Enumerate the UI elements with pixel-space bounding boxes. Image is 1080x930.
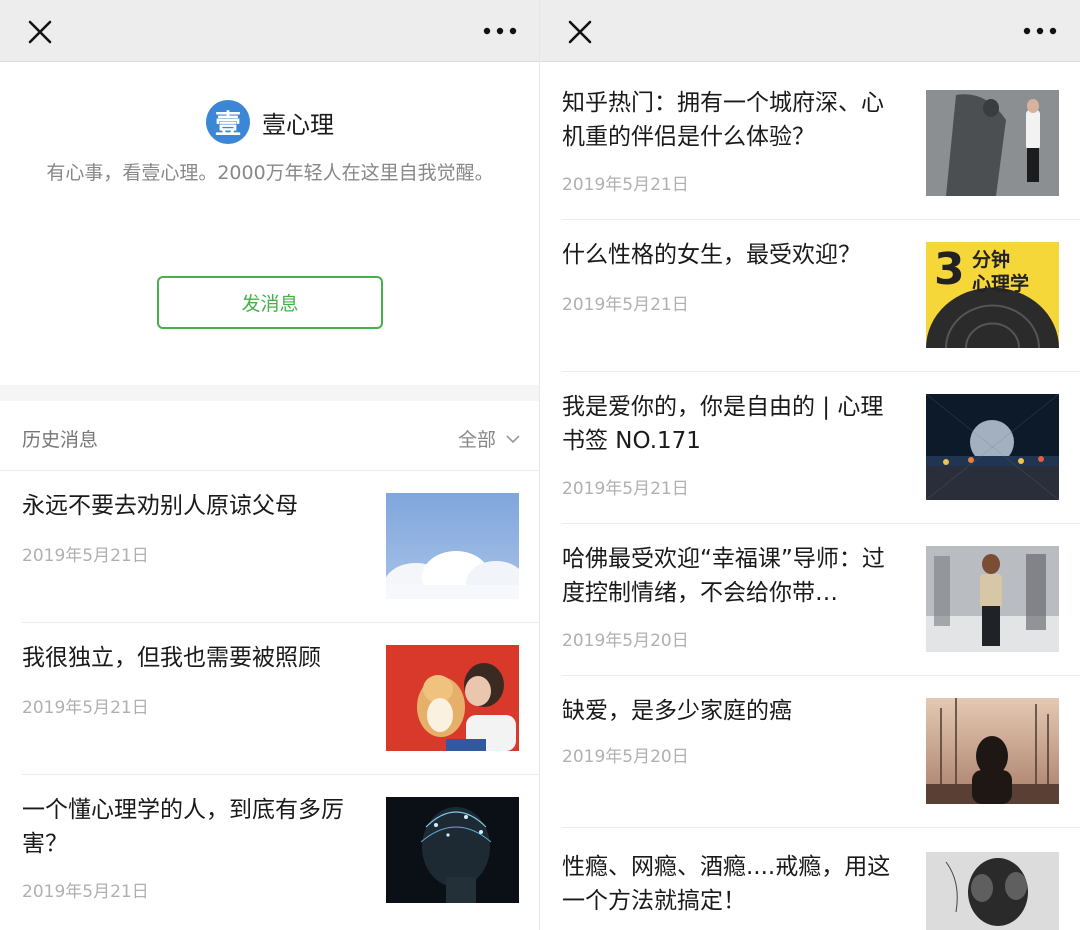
article-list-pane: 知乎热门：拥有一个城府深、心机重的伴侣是什么体验？ 2019年5月21日 什么性… xyxy=(540,0,1080,930)
article-title: 什么性格的女生，最受欢迎？ xyxy=(562,242,861,268)
head-hands-image xyxy=(926,852,1059,930)
history-filter[interactable]: 全部 xyxy=(458,425,520,452)
profile-header: 壹 壹心理 有心事，看壹心理。2000万年轻人在这里自我觉醒。 发消息 xyxy=(0,63,539,385)
article-title: 一个懂心理学的人，到底有多厉害？ xyxy=(22,797,344,857)
article-title: 我很独立，但我也需要被照顾 xyxy=(22,645,321,671)
thumb-caption: 分钟 心理学 xyxy=(972,249,1030,295)
account-description: 有心事，看壹心理。2000万年轻人在这里自我觉醒。 xyxy=(46,162,494,184)
article-title: 永远不要去劝别人原谅父母 xyxy=(22,493,298,519)
split-screenshot: 壹 壹心理 有心事，看壹心理。2000万年轻人在这里自我觉醒。 发消息 历史消息… xyxy=(0,0,1080,930)
article-row[interactable]: 永远不要去劝别人原谅父母 2019年5月21日 xyxy=(0,471,539,623)
city-night-image xyxy=(926,394,1059,500)
article-title: 我是爱你的，你是自由的 | 心理书签 NO.171 xyxy=(562,394,884,454)
send-message-button[interactable]: 发消息 xyxy=(157,276,383,329)
more-icon[interactable] xyxy=(1022,24,1058,38)
article-date: 2019年5月21日 xyxy=(562,175,689,195)
article-title: 哈佛最受欢迎“幸福课”导师：过度控制情绪，不会给你带… xyxy=(562,546,885,606)
account-profile-pane: 壹 壹心理 有心事，看壹心理。2000万年轻人在这里自我觉醒。 发消息 历史消息… xyxy=(0,0,540,930)
article-row[interactable]: 哈佛最受欢迎“幸福课”导师：过度控制情绪，不会给你带… 2019年5月20日 xyxy=(540,524,1080,676)
close-icon[interactable] xyxy=(562,14,598,50)
close-icon[interactable] xyxy=(22,14,58,50)
article-row[interactable]: 什么性格的女生，最受欢迎？ 2019年5月21日 3 分钟 心理学 xyxy=(540,220,1080,372)
article-row[interactable]: 我很独立，但我也需要被照顾 2019年5月21日 xyxy=(0,623,539,775)
section-divider xyxy=(0,385,539,401)
article-row[interactable]: 我是爱你的，你是自由的 | 心理书签 NO.171 2019年5月21日 xyxy=(540,372,1080,524)
history-header: 历史消息 全部 xyxy=(0,401,539,471)
article-date: 2019年5月21日 xyxy=(562,479,689,499)
filter-label: 全部 xyxy=(457,429,496,451)
article-row[interactable]: 缺爱，是多少家庭的癌 2019年5月20日 xyxy=(540,676,1080,828)
history-label: 历史消息 xyxy=(22,429,99,451)
top-bar xyxy=(0,0,539,62)
top-bar xyxy=(540,0,1080,62)
article-row[interactable]: 性瘾、网瘾、酒瘾....戒瘾，用这一个方法就搞定！ xyxy=(540,828,1080,930)
article-date: 2019年5月21日 xyxy=(22,698,149,718)
thumb-number: 3 xyxy=(934,244,965,295)
avatar: 壹 xyxy=(206,100,250,144)
article-date: 2019年5月20日 xyxy=(562,631,689,651)
article-title: 知乎热门：拥有一个城府深、心机重的伴侣是什么体验？ xyxy=(562,90,884,150)
article-title: 缺爱，是多少家庭的癌 xyxy=(562,698,792,724)
account-name: 壹心理 xyxy=(262,110,334,139)
article-date: 2019年5月21日 xyxy=(22,882,149,902)
neural-head-image xyxy=(386,797,519,903)
article-row[interactable]: 知乎热门：拥有一个城府深、心机重的伴侣是什么体验？ 2019年5月21日 xyxy=(540,68,1080,220)
harbor-silhouette-image xyxy=(926,698,1059,804)
article-title: 性瘾、网瘾、酒瘾....戒瘾，用这一个方法就搞定！ xyxy=(562,854,891,914)
article-date: 2019年5月21日 xyxy=(22,546,149,566)
clouds-image xyxy=(386,493,519,599)
crowd-woman-image xyxy=(926,546,1059,652)
article-date: 2019年5月21日 xyxy=(562,295,689,315)
chevron-down-icon xyxy=(506,434,520,443)
brand: 壹 壹心理 xyxy=(0,99,539,145)
article-row[interactable]: 一个懂心理学的人，到底有多厉害？ 2019年5月21日 xyxy=(0,775,539,930)
more-icon[interactable] xyxy=(482,24,518,38)
woman-dog-image xyxy=(386,645,519,751)
3-minute-psychology-image: 3 分钟 心理学 xyxy=(926,242,1059,348)
shadow-hero-image xyxy=(926,90,1059,196)
article-date: 2019年5月20日 xyxy=(562,747,689,767)
